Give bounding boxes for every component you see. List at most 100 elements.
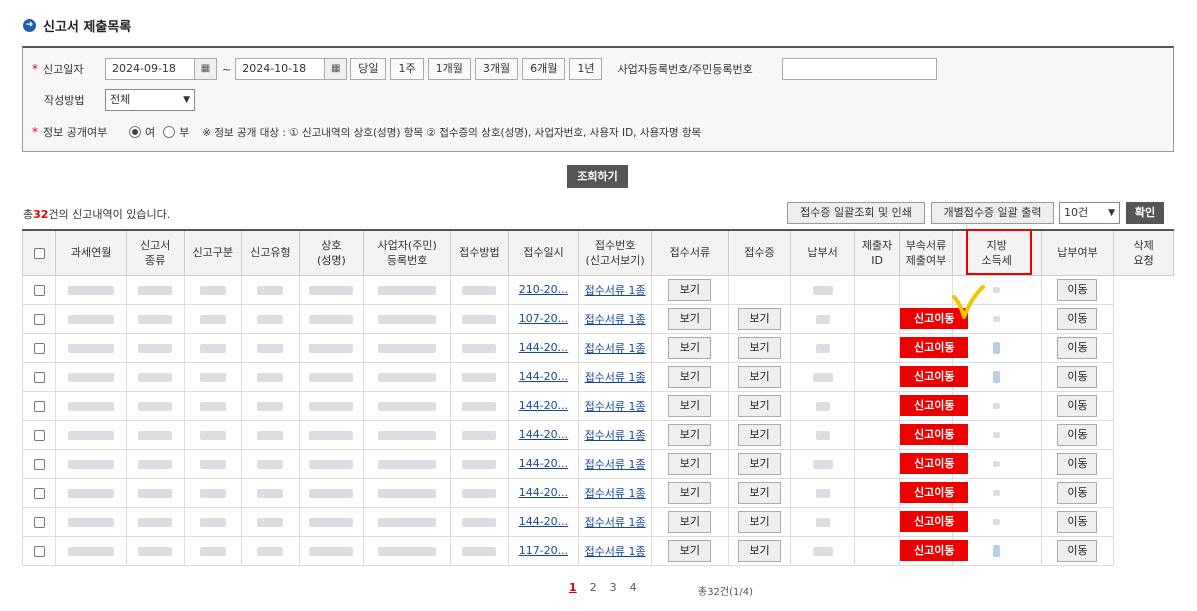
table-row[interactable]: 144-20... 접수서류 1종 보기 보기 신고이동 이동	[21, 390, 1174, 421]
payment-view-button[interactable]: 보기	[737, 336, 781, 359]
local-tax-move-button[interactable]: 신고이동	[900, 395, 969, 416]
receipt-no-link[interactable]: 210-20...	[519, 283, 568, 296]
delete-move-button[interactable]: 이동	[1057, 423, 1098, 446]
date-to-input[interactable]: 2024-10-18	[235, 58, 326, 80]
receipt-no-link[interactable]: 144-20...	[519, 515, 568, 528]
receipt-view-button[interactable]: 보기	[668, 452, 712, 475]
local-tax-move-button[interactable]: 신고이동	[900, 511, 969, 532]
row-checkbox[interactable]	[33, 487, 45, 499]
row-checkbox[interactable]	[33, 284, 45, 296]
delete-move-button[interactable]: 이동	[1057, 394, 1098, 417]
delete-move-button[interactable]: 이동	[1057, 510, 1098, 533]
receipt-view-button[interactable]: 보기	[668, 336, 712, 359]
method-select[interactable]: 전체 ▼	[105, 89, 195, 111]
date-from-input[interactable]: 2024-09-18	[105, 58, 195, 80]
payment-view-button[interactable]: 보기	[737, 365, 781, 388]
table-row[interactable]: 107-20... 접수서류 1종 보기 보기 신고이동 이동	[21, 303, 1174, 334]
delete-move-button[interactable]: 이동	[1057, 481, 1098, 504]
receipt-no-link[interactable]: 144-20...	[519, 370, 568, 383]
page-link[interactable]: 3	[610, 581, 617, 594]
biz-no-input[interactable]	[782, 58, 938, 80]
local-tax-move-button[interactable]: 신고이동	[900, 453, 969, 474]
page-size-select[interactable]: 10건 ▼	[1059, 202, 1120, 224]
delete-move-button[interactable]: 이동	[1057, 365, 1098, 388]
period-button[interactable]: 1년	[569, 58, 603, 80]
search-button[interactable]: 조회하기	[567, 165, 628, 188]
page-link[interactable]: 1	[569, 581, 577, 594]
docs-link[interactable]: 접수서류 1종	[585, 545, 646, 558]
payment-view-button[interactable]: 보기	[737, 423, 781, 446]
receipt-no-link[interactable]: 144-20...	[519, 428, 568, 441]
receipt-view-button[interactable]: 보기	[668, 510, 712, 533]
calendar-icon[interactable]: ▦	[325, 58, 348, 80]
delete-move-button[interactable]: 이동	[1057, 336, 1098, 359]
docs-link[interactable]: 접수서류 1종	[585, 284, 646, 297]
receipt-view-button[interactable]: 보기	[668, 365, 712, 388]
docs-link[interactable]: 접수서류 1종	[585, 371, 646, 384]
table-row[interactable]: 144-20... 접수서류 1종 보기 보기 신고이동 이동	[21, 506, 1174, 537]
delete-move-button[interactable]: 이동	[1057, 278, 1098, 301]
payment-view-button[interactable]: 보기	[737, 510, 781, 533]
calendar-icon[interactable]: ▦	[195, 58, 217, 80]
page-link[interactable]: 4	[630, 581, 637, 594]
docs-link[interactable]: 접수서류 1종	[585, 400, 646, 413]
docs-link[interactable]: 접수서류 1종	[585, 342, 646, 355]
payment-view-button[interactable]: 보기	[737, 539, 781, 562]
table-row[interactable]: 144-20... 접수서류 1종 보기 보기 신고이동 이동	[21, 419, 1174, 450]
radio-disclose-no[interactable]	[163, 126, 176, 138]
receipt-view-button[interactable]: 보기	[668, 539, 712, 562]
receipt-view-button[interactable]: 보기	[668, 278, 712, 301]
payment-view-button[interactable]: 보기	[737, 481, 781, 504]
receipt-no-link[interactable]: 117-20...	[519, 544, 568, 557]
period-button[interactable]: 1주	[390, 58, 424, 80]
receipt-view-button[interactable]: 보기	[668, 307, 712, 330]
row-checkbox[interactable]	[33, 400, 45, 412]
docs-link[interactable]: 접수서류 1종	[585, 487, 646, 500]
row-checkbox[interactable]	[33, 458, 45, 470]
individual-receipt-button[interactable]: 개별접수증 일괄 출력	[931, 202, 1054, 224]
period-button[interactable]: 6개월	[522, 58, 566, 80]
radio-disclose-yes[interactable]	[129, 126, 141, 138]
confirm-button[interactable]: 확인	[1126, 202, 1164, 224]
row-checkbox[interactable]	[33, 429, 45, 441]
receipt-no-link[interactable]: 144-20...	[519, 399, 568, 412]
local-tax-move-button[interactable]: 신고이동	[900, 366, 969, 387]
receipt-view-button[interactable]: 보기	[668, 394, 712, 417]
table-row[interactable]: 144-20... 접수서류 1종 보기 보기 신고이동 이동	[21, 477, 1174, 508]
payment-view-button[interactable]: 보기	[737, 394, 781, 417]
docs-link[interactable]: 접수서류 1종	[585, 458, 646, 471]
table-row[interactable]: 144-20... 접수서류 1종 보기 보기 신고이동 이동	[21, 448, 1174, 479]
row-checkbox[interactable]	[33, 342, 45, 354]
receipt-no-link[interactable]: 144-20...	[519, 341, 568, 354]
row-checkbox[interactable]	[33, 545, 45, 557]
local-tax-move-button[interactable]: 신고이동	[900, 540, 969, 561]
table-row[interactable]: 144-20... 접수서류 1종 보기 보기 신고이동 이동	[21, 332, 1174, 363]
table-row[interactable]: 117-20... 접수서류 1종 보기 보기 신고이동 이동	[21, 535, 1174, 566]
receipt-no-link[interactable]: 144-20...	[519, 486, 568, 499]
receipt-view-button[interactable]: 보기	[668, 423, 712, 446]
delete-move-button[interactable]: 이동	[1057, 307, 1098, 330]
row-checkbox[interactable]	[33, 516, 45, 528]
table-row[interactable]: 144-20... 접수서류 1종 보기 보기 신고이동 이동	[21, 361, 1174, 392]
payment-view-button[interactable]: 보기	[737, 452, 781, 475]
delete-move-button[interactable]: 이동	[1057, 539, 1098, 562]
receipt-no-link[interactable]: 107-20...	[519, 312, 568, 325]
bulk-receipt-button[interactable]: 접수증 일괄조회 및 인쇄	[787, 202, 925, 224]
receipt-view-button[interactable]: 보기	[668, 481, 712, 504]
row-checkbox[interactable]	[33, 313, 45, 325]
docs-link[interactable]: 접수서류 1종	[585, 313, 646, 326]
local-tax-move-button[interactable]: 신고이동	[900, 337, 969, 358]
docs-link[interactable]: 접수서류 1종	[585, 516, 646, 529]
delete-move-button[interactable]: 이동	[1057, 452, 1098, 475]
docs-link[interactable]: 접수서류 1종	[585, 429, 646, 442]
local-tax-move-button[interactable]: 신고이동	[900, 424, 969, 445]
page-link[interactable]: 2	[590, 581, 597, 594]
payment-view-button[interactable]: 보기	[737, 307, 781, 330]
local-tax-move-button[interactable]: 신고이동	[900, 482, 969, 503]
table-row[interactable]: 210-20... 접수서류 1종 보기 이동	[21, 274, 1174, 305]
period-button[interactable]: 1개월	[427, 58, 471, 80]
receipt-no-link[interactable]: 144-20...	[519, 457, 568, 470]
row-checkbox[interactable]	[33, 371, 45, 383]
period-button[interactable]: 3개월	[474, 58, 519, 80]
select-all-checkbox[interactable]	[33, 247, 45, 259]
